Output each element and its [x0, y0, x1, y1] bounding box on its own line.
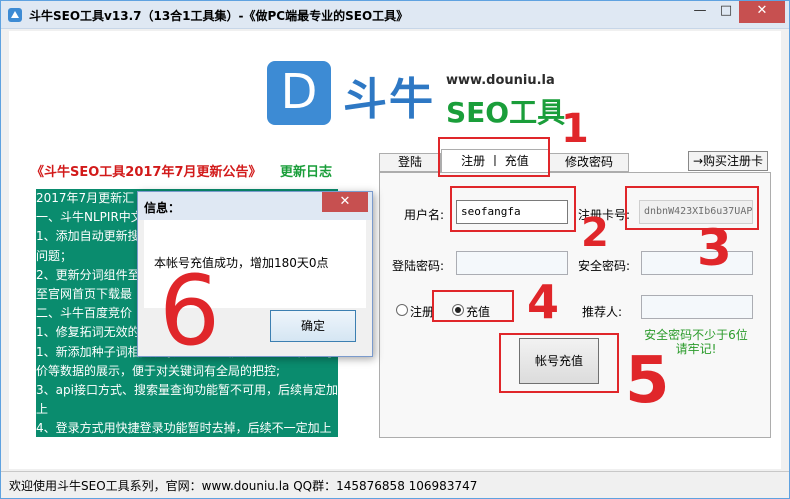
tab-change-password[interactable]: 修改密码: [549, 153, 629, 172]
annotation-number-6: 6: [159, 255, 221, 367]
status-bar: 欢迎使用斗牛SEO工具系列，官网：www.douniu.la QQ群：14587…: [1, 471, 789, 495]
tab-login[interactable]: 登陆: [379, 153, 441, 172]
changelog-line: 4、登录方式用快捷登录功能暂时去掉，后续不一定加上: [36, 421, 332, 436]
security-password-label: 安全密码:: [578, 259, 631, 273]
logo-brand: 斗牛: [343, 74, 435, 125]
maximize-icon[interactable]: □: [713, 1, 739, 23]
login-password-input[interactable]: [456, 251, 568, 275]
annotation-box-3: [625, 186, 759, 230]
window-title: 斗牛SEO工具v13.7（13合1工具集）-《做PC端最专业的SEO工具》: [29, 9, 409, 23]
title-bar[interactable]: 斗牛SEO工具v13.7（13合1工具集）-《做PC端最专业的SEO工具》 — …: [1, 1, 789, 29]
annotation-number-4: 4: [527, 275, 560, 329]
annotation-box-4: [432, 290, 514, 322]
annotation-box-2: [450, 186, 576, 232]
annotation-number-3: 3: [697, 219, 732, 277]
status-text: 欢迎使用斗牛SEO工具系列，官网：www.douniu.la QQ群：14587…: [9, 479, 478, 493]
login-password-label: 登陆密码:: [392, 259, 445, 273]
referrer-input[interactable]: [641, 295, 753, 319]
update-log-link[interactable]: 更新日志: [280, 161, 332, 180]
username-label: 用户名:: [404, 208, 445, 222]
dialog-title-bar[interactable]: 信息： ✕: [138, 192, 372, 220]
logo-badge: D: [267, 61, 331, 125]
minimize-icon[interactable]: —: [687, 1, 713, 23]
hint-line: 安全密码不少于6位: [644, 328, 748, 342]
buy-card-button[interactable]: →购买注册卡: [688, 151, 768, 171]
annotation-number-5: 5: [625, 344, 670, 418]
annotation-box-1: [438, 137, 550, 177]
app-window: 斗牛SEO工具v13.7（13合1工具集）-《做PC端最专业的SEO工具》 — …: [0, 0, 790, 499]
referrer-label: 推荐人:: [582, 305, 623, 319]
changelog-line: 3、api接口方式、搜索量查询功能暂不可用，后续肯定加: [36, 383, 338, 398]
dialog-close-icon[interactable]: ✕: [322, 192, 368, 212]
annotation-box-5: [499, 333, 619, 393]
radio-register-label[interactable]: 注册: [410, 303, 434, 320]
app-logo-icon: [8, 8, 22, 22]
close-icon[interactable]: ✕: [739, 1, 785, 23]
logo-url: www.douniu.la: [446, 73, 555, 88]
notice-title[interactable]: 《斗牛SEO工具2017年7月更新公告》: [31, 161, 262, 180]
radio-register[interactable]: [396, 304, 408, 316]
changelog-line: 上: [36, 402, 49, 417]
annotation-number-2: 2: [581, 210, 609, 256]
dialog-ok-button[interactable]: 确定: [270, 310, 356, 342]
dialog-title: 信息：: [144, 201, 181, 215]
logo-product: SEO工具: [446, 96, 566, 129]
annotation-number-1: 1: [561, 106, 589, 152]
